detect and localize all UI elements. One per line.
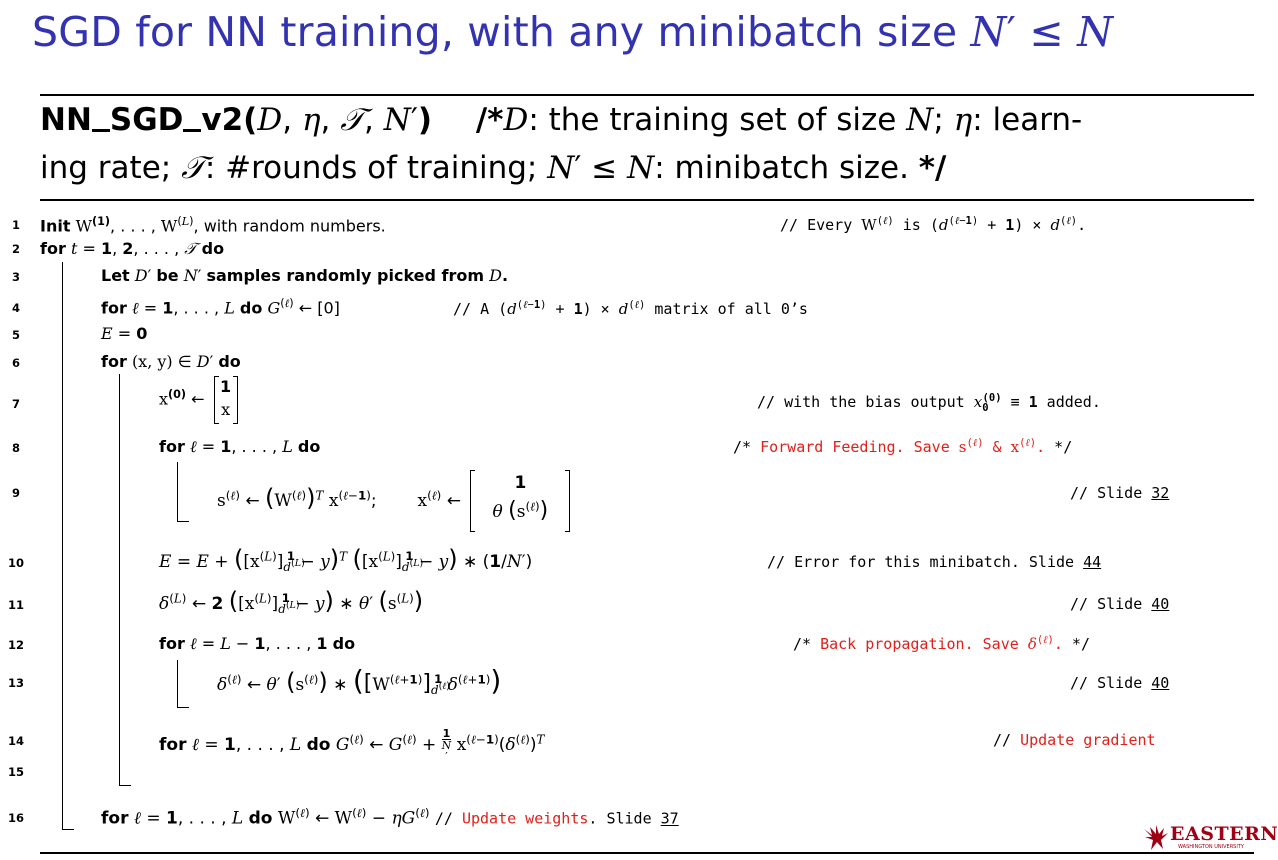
algo-line-7: x(0) ← 1 x (159, 376, 238, 424)
line-number: 10 (7, 556, 24, 570)
line-number: 11 (7, 598, 24, 612)
algo-line-1: Init W(1), . . . , W(L), with random num… (40, 215, 386, 236)
algo-line-4: for ℓ = 1, . . . , L do G(ℓ) ← [0] (101, 297, 340, 318)
line-number: 16 (7, 811, 24, 825)
line-number: 15 (7, 765, 24, 779)
algo-comment-4: // A (d(ℓ−1) + 1) × d(ℓ) matrix of all 0… (453, 299, 808, 318)
logo-subtitle: WASHINGTON UNIVERSITY (1178, 844, 1244, 850)
eastern-logo: EASTERN WASHINGTON UNIVERSITY (1142, 823, 1278, 855)
algo-line-3: Let D′ be N′ samples randomly picked fro… (101, 266, 509, 285)
algorithm-header-line1: NN SGD v2(D, η, 𝒯, N′) /*D: the training s… (40, 102, 1083, 138)
block-line-forward-foot (177, 521, 189, 523)
algorithm-header-line2: ing rate; 𝒯: #rounds of training; N′ ≤ N… (40, 150, 947, 186)
eagle-icon (1144, 825, 1168, 850)
line-number: 12 (7, 638, 24, 652)
algo-line-12: for ℓ = L − 1, . . . , 1 do (159, 634, 356, 653)
algo-line-10: E = E + ([x(L)]d(L)1 − y)T ([x(L)]d(L)1 … (159, 545, 533, 575)
algo-comment-1: // Every W(ℓ) is (d(ℓ−1) + 1) × d(ℓ). (780, 215, 1087, 234)
line-number: 2 (11, 242, 20, 256)
algo-line-16: for ℓ = 1, . . . , L do W(ℓ) ← W(ℓ) − ηG… (101, 806, 679, 829)
algo-line-13: δ(ℓ) ← θ′ (s(ℓ)) ∗ ([W(ℓ+1)]d(ℓ)1 δ(ℓ+1)… (217, 664, 502, 698)
line-number: 8 (11, 441, 20, 455)
block-line-outer-foot (62, 829, 74, 831)
line-number: 4 (11, 301, 20, 315)
line-number: 3 (11, 270, 20, 284)
line-number: 6 (11, 356, 20, 370)
algo-line-5: E = 0 (101, 324, 148, 343)
algo-line-9: s(ℓ) ← (W(ℓ))T x(ℓ−1); x(ℓ) ← 1 θ (s(ℓ)) (217, 470, 571, 532)
algo-comment-7: // with the bias output x0(0) ≡ 1 added. (757, 392, 1101, 414)
line-number: 14 (7, 734, 24, 748)
algo-comment-11: // Slide 40 (1070, 595, 1170, 613)
algo-comment-8: /* Forward Feeding. Save s(ℓ) & x(ℓ). */ (733, 437, 1073, 456)
algo-line-11: δ(L) ← 2 ([x(L)]d(L)1 − y) ∗ θ′ (s(L)) (159, 587, 424, 617)
algo-comment-10: // Error for this minibatch. Slide 44 (767, 553, 1102, 571)
algo-line-6: for (x, y) ∈ D′ do (101, 352, 241, 371)
algo-comment-9: // Slide 32 (1070, 484, 1170, 502)
logo-name: EASTERN (1170, 823, 1278, 845)
algo-line-2: for t = 1, 2, . . . , 𝒯 do (40, 239, 225, 258)
slide-title: SGD for NN training, with any minibatch … (32, 8, 1114, 56)
line-number: 13 (7, 676, 24, 690)
algo-comment-12: /* Back propagation. Save δ(ℓ). */ (793, 634, 1090, 653)
header-top-rule (40, 94, 1254, 96)
block-line-inner-foot (119, 785, 131, 787)
line-number: 7 (11, 397, 20, 411)
block-line-forward (177, 462, 179, 522)
header-bottom-rule (40, 199, 1254, 201)
footer-rule (40, 852, 1254, 854)
block-line-backprop-foot (177, 707, 189, 709)
line-number: 5 (11, 328, 20, 342)
algo-line-8: for ℓ = 1, . . . , L do (159, 437, 321, 456)
block-line-inner (119, 374, 121, 786)
algo-comment-13: // Slide 40 (1070, 674, 1170, 692)
line-number: 9 (11, 486, 20, 500)
block-line-backprop (177, 660, 179, 708)
algo-line-14: for ℓ = 1, . . . , L do G(ℓ) ← G(ℓ) + 1N… (159, 727, 545, 763)
line-number: 1 (11, 218, 20, 232)
algo-comment-14: // Update gradient (993, 731, 1156, 749)
block-line-outer (62, 262, 64, 830)
